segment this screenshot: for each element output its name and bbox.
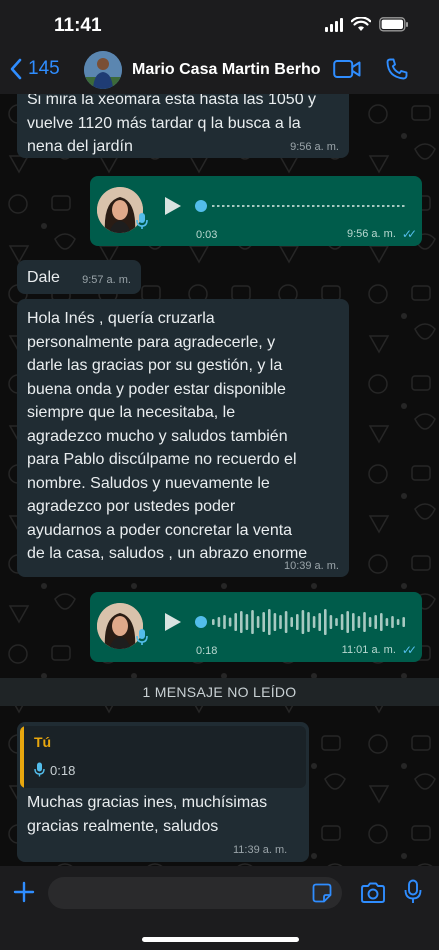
waveform-bar xyxy=(228,617,232,627)
message-text: Si mira la xeomara esta hasta las 1050 y… xyxy=(27,94,317,155)
waveform-bar xyxy=(245,614,249,630)
message-time: 9:57 a. m. xyxy=(82,274,131,286)
waveform-bar xyxy=(340,614,344,630)
unread-messages-divider: 1 MENSAJE NO LEÍDO xyxy=(0,678,439,706)
mic-icon[interactable] xyxy=(404,879,422,905)
waveform-bar xyxy=(329,615,333,629)
phone-call-icon[interactable] xyxy=(385,57,409,81)
chat-header: 145 Mario Casa Martin Berho xyxy=(0,48,439,94)
message-input[interactable] xyxy=(48,877,342,909)
waveform-bar xyxy=(363,612,366,632)
waveform-bar xyxy=(279,615,282,629)
waveform-bar xyxy=(234,613,237,631)
quote-author: Tú xyxy=(34,734,52,750)
waveform-bar xyxy=(318,613,321,631)
waveform-bar xyxy=(212,619,215,625)
waveform-bar xyxy=(290,617,293,627)
battery-icon xyxy=(379,17,408,32)
waveform-bar xyxy=(385,618,389,626)
unread-chats-count: 145 xyxy=(28,58,60,79)
waveform-bar xyxy=(335,618,338,626)
video-call-icon[interactable] xyxy=(333,59,361,79)
status-bar: 11:41 xyxy=(0,0,439,48)
message-time: 9:56 a. m. ✓✓ xyxy=(346,227,417,241)
message-time: 9:56 a. m. xyxy=(290,141,339,153)
message-timestamp: 11:39 a. m. xyxy=(233,844,288,856)
contact-avatar[interactable] xyxy=(84,51,122,89)
message-text: Dale xyxy=(27,269,60,286)
message-text: Hola Inés , quería cruzarla personalment… xyxy=(27,310,308,562)
waveform-bar xyxy=(217,617,221,627)
voice-message-outgoing[interactable]: 0:03 9:56 a. m. ✓✓ xyxy=(90,176,422,246)
message-bubble-incoming[interactable]: Hola Inés , quería cruzarla personalment… xyxy=(17,299,349,577)
waveform-bar xyxy=(256,616,260,628)
waveform-bar xyxy=(262,612,265,632)
waveform-bar xyxy=(380,613,383,631)
waveform-bar xyxy=(396,619,400,625)
message-text: Muchas gracias ines, muchísimas gracias … xyxy=(27,794,268,835)
voice-waveform[interactable] xyxy=(194,606,408,638)
message-bubble-incoming[interactable]: Dale 9:57 a. m. xyxy=(17,260,141,294)
mic-badge-icon xyxy=(136,629,148,645)
message-timestamp: 9:56 a. m. xyxy=(346,228,396,240)
waveform-bar xyxy=(312,616,316,628)
back-button[interactable]: 145 xyxy=(10,58,60,80)
waveform-bar xyxy=(301,610,305,634)
waveform-bar xyxy=(296,614,299,630)
mic-badge-icon xyxy=(136,213,148,229)
voice-duration: 0:03 xyxy=(196,229,218,241)
status-time: 11:41 xyxy=(54,15,102,36)
voice-progress-track[interactable] xyxy=(194,200,408,212)
voice-progress-dot[interactable] xyxy=(195,616,207,628)
sticker-icon[interactable] xyxy=(312,883,332,903)
waveform-bar xyxy=(402,617,405,627)
quoted-message[interactable]: Tú 0:18 xyxy=(20,726,306,788)
message-timestamp: 9:57 a. m. xyxy=(82,274,131,286)
message-timestamp: 11:01 a. m. xyxy=(341,644,396,656)
read-receipt-icon: ✓✓ xyxy=(401,227,417,241)
waveform-bar xyxy=(368,617,372,627)
waveform-bar xyxy=(374,615,377,629)
read-receipt-icon: ✓✓ xyxy=(401,643,417,657)
waveform-bar xyxy=(284,611,288,633)
home-indicator xyxy=(142,937,299,942)
waveform-bar xyxy=(357,616,361,628)
message-time: 11:39 a. m. xyxy=(233,844,287,856)
message-time: 10:39 a. m. xyxy=(284,560,339,572)
waveform-bar xyxy=(273,613,277,631)
message-bubble-incoming[interactable]: Si mira la xeomara esta hasta las 1050 y… xyxy=(17,94,349,158)
signal-icon xyxy=(325,17,343,32)
waveform-bar xyxy=(307,612,310,632)
back-chevron-icon xyxy=(10,58,22,80)
voice-duration: 0:18 xyxy=(196,645,218,657)
message-timestamp: 9:56 a. m. xyxy=(290,141,339,153)
message-list[interactable]: Si mira la xeomara esta hasta las 1050 y… xyxy=(0,94,439,866)
play-button[interactable] xyxy=(165,613,181,631)
camera-icon[interactable] xyxy=(360,882,386,904)
play-button[interactable] xyxy=(165,197,181,215)
quote-accent-bar xyxy=(20,726,24,788)
waveform-bar xyxy=(352,613,355,631)
voice-message-outgoing[interactable]: 0:18 11:01 a. m. ✓✓ xyxy=(90,592,422,662)
message-timestamp: 10:39 a. m. xyxy=(283,560,339,572)
wifi-icon xyxy=(351,17,371,31)
waveform-bar xyxy=(240,611,243,633)
waveform-bar xyxy=(391,616,394,628)
waveform-bar xyxy=(223,615,226,629)
message-time: 11:01 a. m. ✓✓ xyxy=(341,643,417,657)
contact-name[interactable]: Mario Casa Martin Berho xyxy=(132,61,320,79)
waveform-bar xyxy=(324,609,327,635)
waveform-bar xyxy=(251,610,254,634)
status-icons xyxy=(325,17,409,32)
plus-icon[interactable] xyxy=(12,880,36,904)
waveform-bar xyxy=(268,609,271,635)
waveform-bar xyxy=(346,611,349,633)
quote-duration: 0:18 xyxy=(50,763,76,778)
mic-icon xyxy=(34,762,45,777)
